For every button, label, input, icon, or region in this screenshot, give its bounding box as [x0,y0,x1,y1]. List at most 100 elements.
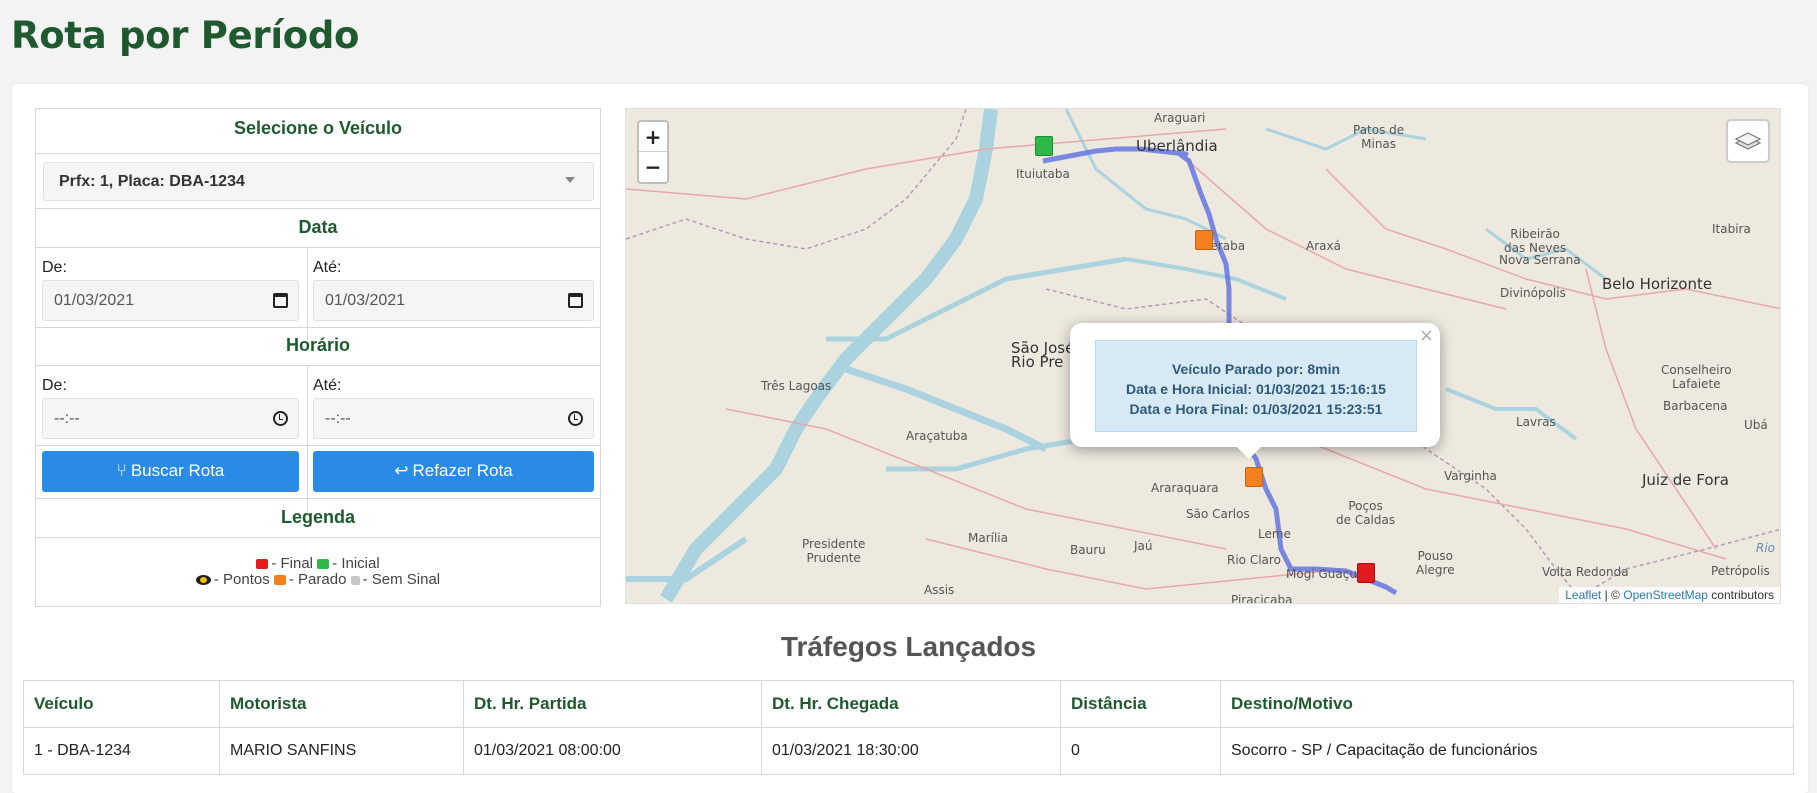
start-marker[interactable] [1035,136,1053,156]
vehicle-header: Selecione o Veículo [233,118,403,138]
map-label: Conselheiro Lafaiete [1661,363,1732,391]
col-distancia: Distância [1060,680,1221,728]
layers-icon [1734,132,1762,150]
search-route-button[interactable]: ⑂ Buscar Rota [42,451,299,492]
legend-header: Legenda [280,507,355,527]
col-chegada: Dt. Hr. Chegada [761,680,1061,728]
map-label: Nova Serrana [1499,253,1581,267]
divider [36,153,600,154]
page-title: Rota por Período [11,14,360,57]
date-from-input[interactable]: 01/03/2021 [42,280,299,321]
stop-marker[interactable] [1195,230,1213,250]
map-label: Assis [924,583,955,597]
map-attribution: Leaflet | © OpenStreetMap contributors [1559,587,1780,603]
map-label: Araguari [1154,111,1206,125]
time-from-label: De: [42,377,67,394]
time-to-value: --:-- [325,410,351,427]
divider [36,445,600,446]
legend-inicial: - Inicial [332,555,380,572]
date-header: Data [298,217,338,237]
map-label: Jaú [1134,539,1153,553]
legend-row-2: - Pontos - Parado - Sem Sinal [36,571,600,588]
date-to-label: Até: [313,259,342,276]
map-label: Araxá [1306,239,1341,253]
zoom-out-button[interactable]: − [639,152,667,182]
reply-all-icon: ↩ [394,461,409,481]
legend-row-1: - Final - Inicial [36,555,600,572]
divider [36,208,600,209]
map-label: Pouso Alegre [1416,549,1455,577]
time-header: Horário [285,335,350,355]
popup-end: Data e Hora Final: 01/03/2021 15:23:51 [1129,401,1383,417]
divider [36,327,600,328]
calendar-icon[interactable] [273,293,288,308]
attrib-sep: | © [1604,588,1620,602]
redo-route-button[interactable]: ↩ Refazer Rota [313,451,594,492]
zoom-in-button[interactable]: + [639,122,667,152]
col-veiculo: Veículo [23,680,220,728]
traffic-table: Veículo Motorista Dt. Hr. Partida Dt. Hr… [23,680,1794,775]
table-header-row: Veículo Motorista Dt. Hr. Partida Dt. Hr… [23,680,1794,728]
popup-duration: Veículo Parado por: 8min [1171,361,1341,377]
map-label: São José Rio Pre [1011,339,1075,371]
traffic-title: Tráfegos Lançados [780,631,1037,662]
map-label: Ribeirão das Neves [1504,227,1567,255]
date-to-value: 01/03/2021 [325,292,406,309]
map-label: Três Lagoas [761,379,832,393]
cell-veiculo: 1 - DBA-1234 [23,727,220,775]
time-from-input[interactable]: --:-- [42,398,299,439]
time-from-value: --:-- [54,410,80,427]
date-from-label: De: [42,259,67,276]
map-label: Belo Horizonte [1602,275,1713,293]
cell-distancia: 0 [1060,727,1221,775]
no-signal-icon [350,576,360,585]
map-label: Lavras [1516,415,1556,429]
map-label: Ubá [1744,418,1768,432]
stop-info-popup: × Veículo Parado por: 8min Data e Hora I… [1070,323,1440,459]
divider [307,365,308,513]
chevron-down-icon [565,177,575,183]
legend-parado: - Parado [288,571,347,588]
map-label: Leme [1258,527,1291,541]
route-map[interactable]: Araguari Patos de Minas Ituiutaba Uberlâ… [625,108,1781,604]
divider [36,365,600,366]
osm-link[interactable]: OpenStreetMap [1623,588,1708,602]
map-label: Bauru [1070,543,1106,557]
route-form-panel: Selecione o Veículo Prfx: 1, Placa: DBA-… [35,108,601,607]
time-to-input[interactable]: --:-- [313,398,594,439]
date-from-value: 01/03/2021 [54,292,135,309]
cell-chegada: 01/03/2021 18:30:00 [761,727,1061,775]
calendar-icon[interactable] [568,293,583,308]
map-label: Volta Redonda [1542,565,1629,579]
clock-icon[interactable] [568,411,583,426]
final-marker-icon [256,559,269,569]
cell-motorista: MARIO SANFINS [219,727,464,775]
stop-marker[interactable] [1245,467,1263,487]
cell-destino: Socorro - SP / Capacitação de funcionári… [1220,727,1794,775]
layers-button[interactable] [1726,119,1770,163]
map-label: Varginha [1444,469,1497,483]
redo-route-label: Refazer Rota [412,461,513,480]
divider [36,247,600,248]
vehicle-select[interactable]: Prfx: 1, Placa: DBA-1234 [43,162,594,201]
route-branch-icon: ⑂ [116,461,127,481]
clock-icon[interactable] [273,411,288,426]
col-partida: Dt. Hr. Partida [463,680,762,728]
col-destino: Destino/Motivo [1220,680,1794,728]
stop-marker-icon [273,575,286,585]
map-label: Itabira [1712,222,1751,236]
map-label: Uberlândia [1136,137,1218,155]
attrib-rest: contributors [1711,588,1774,602]
map-label: São Carlos [1186,507,1250,521]
col-motorista: Motorista [219,680,464,728]
map-label: Araraquara [1151,481,1219,495]
final-marker[interactable] [1357,563,1375,583]
leaflet-link[interactable]: Leaflet [1565,588,1601,602]
date-to-input[interactable]: 01/03/2021 [313,280,594,321]
time-to-label: Até: [313,377,342,394]
map-label: Patos de Minas [1353,123,1405,151]
vehicle-select-value: Prfx: 1, Placa: DBA-1234 [59,173,245,190]
legend-sem-sinal: - Sem Sinal [362,571,441,588]
close-icon[interactable]: × [1419,325,1434,346]
map-label: Rio [1756,541,1776,555]
